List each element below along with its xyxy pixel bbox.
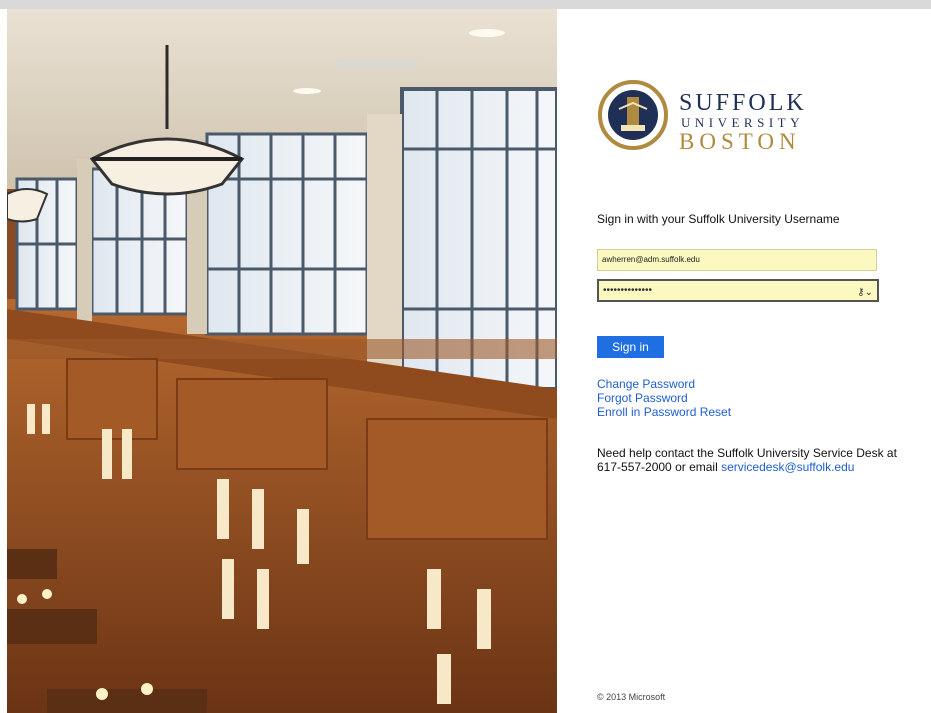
username-field[interactable]: awherren@adm.suffolk.edu [597,249,877,271]
library-background-photo [7,9,557,713]
key-icon[interactable]: ⚷⌄ [857,283,873,303]
copyright-footer: © 2013 Microsoft [597,692,666,702]
logo-suffolk: SUFFOLK [679,90,807,116]
password-field[interactable]: •••••••••••••• ⚷⌄ [597,279,879,302]
forgot-password-link[interactable]: Forgot Password [597,391,731,405]
university-seal-icon [598,80,668,150]
logo-boston: BOSTON [679,129,801,154]
sign-in-button[interactable]: Sign in [597,336,664,358]
password-masked-value: •••••••••••••• [603,285,653,296]
logo-university: UNIVERSITY [681,115,804,130]
browser-top-bar [0,0,931,9]
sign-in-panel: SUFFOLK UNIVERSITY BOSTON Sign in with y… [557,9,931,713]
logo-wordmark: SUFFOLK UNIVERSITY BOSTON [679,91,807,154]
help-text: Need help contact the Suffolk University… [597,446,897,474]
service-desk-email-link[interactable]: servicedesk@suffolk.edu [721,460,854,474]
change-password-link[interactable]: Change Password [597,377,731,391]
enroll-password-reset-link[interactable]: Enroll in Password Reset [597,405,731,419]
account-links: Change Password Forgot Password Enroll i… [597,377,731,419]
sign-in-heading: Sign in with your Suffolk University Use… [597,212,840,226]
suffolk-logo: SUFFOLK UNIVERSITY BOSTON [597,79,817,159]
